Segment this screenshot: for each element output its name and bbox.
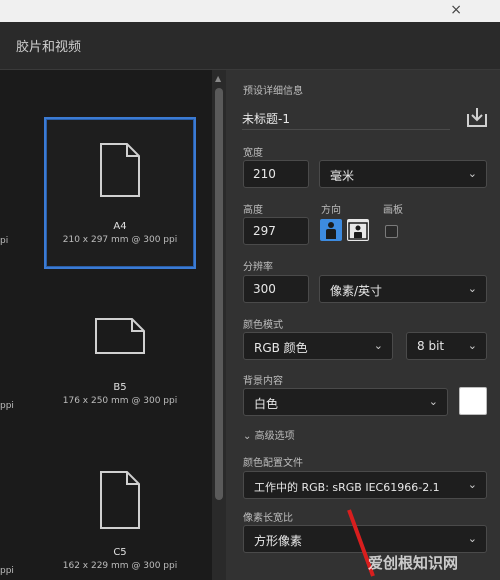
chevron-down-icon: ⌄	[467, 282, 477, 295]
preset-name: B5	[113, 382, 127, 393]
preset-name: A4	[113, 221, 127, 232]
scroll-up-icon[interactable]: ▲	[215, 74, 221, 83]
preset-fragment: ppi	[0, 401, 14, 411]
scrollbar-thumb[interactable]	[215, 88, 223, 500]
orientation-label: 方向	[321, 205, 341, 216]
width-unit-value: 毫米	[330, 169, 355, 183]
portrait-orientation-button[interactable]	[320, 219, 342, 241]
background-value: 白色	[254, 397, 279, 411]
person-icon	[348, 222, 368, 240]
color-profile-select[interactable]: 工作中的 RGB: sRGB IEC61966-2.1 ⌄	[243, 471, 487, 499]
background-label: 背景内容	[243, 376, 283, 387]
portrait-document-icon	[100, 471, 140, 529]
width-label: 宽度	[243, 148, 263, 159]
chevron-down-icon: ⌄	[467, 167, 477, 180]
bit-depth-select[interactable]: 8 bit ⌄	[406, 332, 487, 360]
artboard-label: 画板	[383, 205, 403, 216]
watermark: 爱创根知识网	[368, 554, 459, 572]
preset-dims: 162 x 229 mm @ 300 ppi	[62, 561, 178, 571]
preset-fragment: ppi	[0, 566, 14, 576]
close-icon[interactable]: ×	[450, 2, 462, 18]
chevron-down-icon: ⌄	[467, 532, 477, 545]
artboard-checkbox[interactable]	[385, 225, 398, 238]
pixel-aspect-label: 像素长宽比	[243, 513, 293, 524]
advanced-options-toggle[interactable]: ⌄ 高级选项	[243, 427, 295, 442]
pixel-aspect-value: 方形像素	[254, 534, 303, 548]
landscape-orientation-button[interactable]	[347, 219, 369, 241]
person-icon	[326, 222, 336, 239]
document-title-input[interactable]: 未标题-1	[242, 106, 450, 130]
resolution-label: 分辨率	[243, 262, 273, 273]
portrait-document-icon	[100, 143, 140, 197]
color-profile-value: 工作中的 RGB: sRGB IEC61966-2.1	[254, 481, 440, 494]
save-preset-icon[interactable]	[466, 106, 488, 128]
preset-details-panel: 预设详细信息 未标题-1 宽度 210 毫米 ⌄ 高度 方向 画板 297 分辨…	[226, 70, 500, 580]
preset-fragment: pi	[0, 236, 9, 246]
chevron-down-icon: ⌄	[373, 339, 383, 352]
chevron-down-icon: ⌄	[428, 395, 438, 408]
preset-dims: 210 x 297 mm @ 300 ppi	[62, 235, 178, 245]
preset-card-a4[interactable]: A4 210 x 297 mm @ 300 ppi	[44, 117, 196, 269]
landscape-document-icon	[95, 318, 145, 354]
height-input[interactable]: 297	[243, 217, 309, 245]
preset-card-c5[interactable]: C5 162 x 229 mm @ 300 ppi	[44, 465, 196, 580]
tab-bar: 胶片和视频	[0, 22, 500, 70]
preset-name: C5	[113, 547, 127, 558]
section-label: 预设详细信息	[243, 86, 303, 97]
chevron-down-icon: ⌄	[467, 339, 477, 352]
preset-card-b5[interactable]: B5 176 x 250 mm @ 300 ppi	[44, 302, 196, 432]
background-select[interactable]: 白色 ⌄	[243, 388, 448, 416]
color-mode-select[interactable]: RGB 颜色 ⌄	[243, 332, 393, 360]
preset-grid: pi ppi ppi A4 210 x 297 mm @ 300 ppi B5 …	[0, 70, 212, 580]
preset-scrollbar[interactable]: ▲	[212, 70, 226, 580]
resolution-unit-value: 像素/英寸	[330, 284, 383, 298]
tab-film-video[interactable]: 胶片和视频	[16, 36, 81, 55]
resolution-input[interactable]: 300	[243, 275, 309, 303]
bit-depth-value: 8 bit	[417, 339, 445, 353]
height-label: 高度	[243, 205, 263, 216]
color-profile-label: 颜色配置文件	[243, 458, 303, 469]
resolution-unit-select[interactable]: 像素/英寸 ⌄	[319, 275, 487, 303]
width-input[interactable]: 210	[243, 160, 309, 188]
chevron-down-icon: ⌄	[467, 478, 477, 491]
color-mode-label: 颜色模式	[243, 320, 283, 331]
window-titlebar: ×	[0, 0, 500, 22]
advanced-options-label: 高级选项	[254, 431, 295, 442]
chevron-down-icon: ⌄	[243, 431, 252, 442]
color-mode-value: RGB 颜色	[254, 341, 308, 355]
width-unit-select[interactable]: 毫米 ⌄	[319, 160, 487, 188]
background-color-swatch[interactable]	[459, 387, 487, 415]
preset-dims: 176 x 250 mm @ 300 ppi	[62, 396, 178, 406]
